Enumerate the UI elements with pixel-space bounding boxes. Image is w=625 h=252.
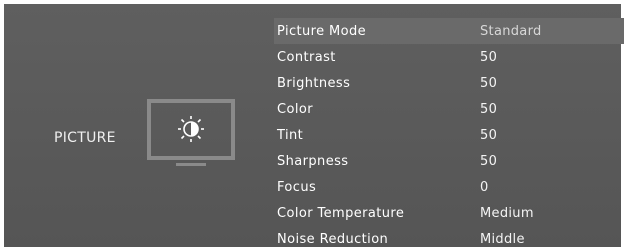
menu-item-label: Contrast xyxy=(277,49,336,65)
osd-menu-panel: PICTURE Picture Mode Standard Contrast 5… xyxy=(4,4,624,247)
menu-item-value: 50 xyxy=(480,127,498,143)
menu-item-sharpness[interactable]: Sharpness 50 xyxy=(274,148,624,174)
menu-item-noise-reduction[interactable]: Noise Reduction Middle xyxy=(274,226,624,252)
menu-item-value: Medium xyxy=(480,205,534,221)
menu-item-label: Sharpness xyxy=(277,153,349,169)
menu-item-label: Tint xyxy=(277,127,304,143)
menu-item-color[interactable]: Color 50 xyxy=(274,96,624,122)
menu-item-value: 0 xyxy=(480,179,489,195)
menu-item-value: Standard xyxy=(480,23,542,39)
menu-item-value: 50 xyxy=(480,101,498,117)
menu-item-label: Picture Mode xyxy=(277,23,367,39)
menu-item-label: Color xyxy=(277,101,313,117)
menu-item-tint[interactable]: Tint 50 xyxy=(274,122,624,148)
menu-item-label: Brightness xyxy=(277,75,351,91)
menu-item-value: 50 xyxy=(480,153,498,169)
menu-item-focus[interactable]: Focus 0 xyxy=(274,174,624,200)
tv-brightness-icon xyxy=(144,98,239,168)
menu-item-picture-mode[interactable]: Picture Mode Standard xyxy=(274,18,624,44)
menu-item-contrast[interactable]: Contrast 50 xyxy=(274,44,624,70)
menu-item-label: Focus xyxy=(277,179,317,195)
menu-item-label: Color Temperature xyxy=(277,205,405,221)
menu-item-color-temperature[interactable]: Color Temperature Medium xyxy=(274,200,624,226)
menu-item-value: 50 xyxy=(480,49,498,65)
menu-item-value: 50 xyxy=(480,75,498,91)
menu-item-brightness[interactable]: Brightness 50 xyxy=(274,70,624,96)
category-label: PICTURE xyxy=(54,130,116,146)
menu-item-value: Middle xyxy=(480,231,525,247)
menu-item-label: Noise Reduction xyxy=(277,231,389,247)
